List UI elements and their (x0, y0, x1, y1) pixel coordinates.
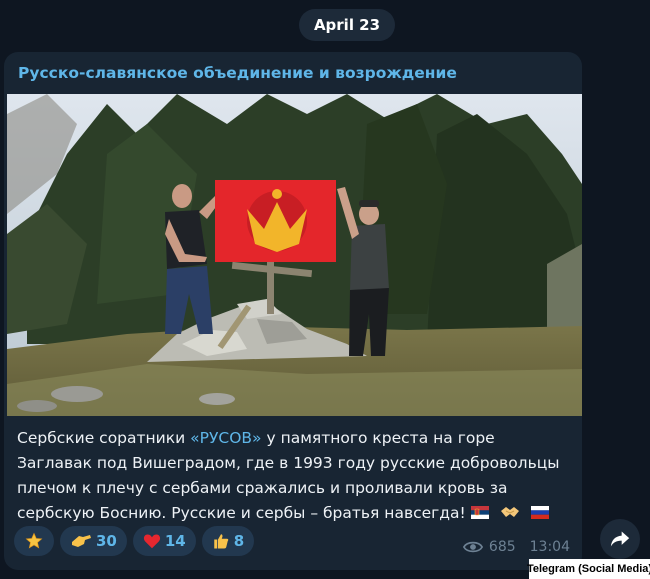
post-photo[interactable] (7, 94, 582, 416)
share-arrow-icon (610, 531, 630, 547)
reaction-salute-count: 30 (96, 532, 117, 550)
message-meta: 685 13:04 (462, 539, 570, 555)
share-button[interactable] (600, 519, 640, 559)
eye-icon (462, 541, 483, 553)
reaction-star[interactable] (14, 526, 54, 556)
reaction-thumbs-up-count: 8 (233, 532, 245, 550)
saluting-hand-icon (72, 535, 91, 547)
post-text-intro: Сербские соратники (17, 429, 191, 447)
serbia-flag-icon (470, 506, 489, 519)
thumbs-up-icon (214, 534, 228, 549)
reaction-salute[interactable]: 30 (60, 526, 127, 556)
channel-mention-link[interactable]: «РУСОВ» (190, 429, 261, 447)
message-bubble[interactable]: Русско-славянское объединение и возрожде… (4, 52, 582, 570)
handshake-icon (500, 507, 519, 517)
date-separator: April 23 (299, 9, 395, 41)
view-count: 685 (488, 539, 516, 555)
post-text: Сербские соратники «РУСОВ» у памятного к… (17, 426, 573, 526)
source-credit: Telegram (Social Media) (527, 559, 650, 579)
reactions-bar: 30 14 8 (14, 526, 255, 556)
channel-name[interactable]: Русско-славянское объединение и возрожде… (18, 64, 457, 82)
message-time: 13:04 (529, 539, 570, 555)
reaction-heart-count: 14 (164, 532, 186, 550)
reaction-heart[interactable]: 14 (132, 526, 196, 556)
russia-flag-icon (530, 506, 549, 519)
reaction-thumbs-up[interactable]: 8 (201, 526, 255, 556)
star-icon (25, 532, 43, 549)
heart-icon (143, 534, 160, 549)
